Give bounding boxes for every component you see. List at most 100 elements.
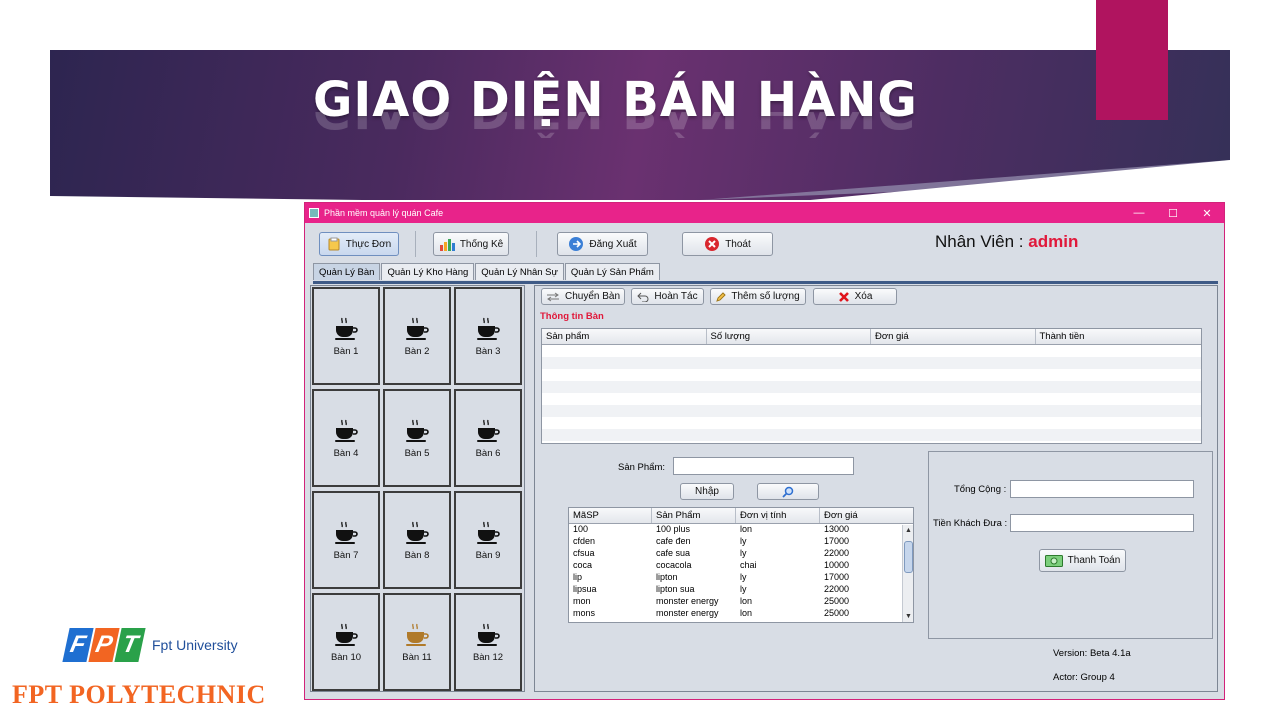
product-col-unit[interactable]: Đơn vị tính — [736, 508, 820, 523]
table-button[interactable]: Bàn 5 — [383, 389, 451, 487]
table-cell: lipton sua — [656, 584, 695, 594]
product-table-header: MãSP Sản Phẩm Đơn vị tính Đơn giá — [569, 508, 913, 524]
table-cell: coca — [573, 560, 593, 570]
table-cell: 25000 — [824, 596, 850, 606]
maximize-button[interactable]: ☐ — [1156, 207, 1190, 220]
coffee-cup-icon — [406, 521, 429, 544]
scroll-up-icon[interactable]: ▲ — [903, 525, 913, 537]
table-row[interactable]: lip lipton ly 17000 — [569, 572, 913, 584]
table-button[interactable]: Bàn 12 — [454, 593, 522, 691]
table-button[interactable]: Bàn 4 — [312, 389, 380, 487]
total-field[interactable] — [1010, 480, 1194, 498]
employee-label: Nhân Viên : — [935, 232, 1029, 251]
table-row — [542, 345, 1201, 357]
tab-bar: Quản Lý Bàn Quản Lý Kho Hàng Quản Lý Nhâ… — [313, 263, 661, 280]
table-cell: 17000 — [824, 536, 850, 546]
table-button[interactable]: Bàn 7 — [312, 491, 380, 589]
app-window: Phần mềm quản lý quán Cafe — ☐ ✕ Thực Đơ… — [304, 202, 1225, 700]
enter-button[interactable]: Nhập — [680, 483, 734, 500]
order-col-quantity[interactable]: Số lượng — [707, 329, 871, 344]
coffee-cup-icon — [477, 419, 500, 442]
product-col-code[interactable]: MãSP — [569, 508, 652, 523]
order-table[interactable]: Sản phẩm Số lượng Đơn giá Thành tiền — [541, 328, 1202, 444]
table-button[interactable]: Bàn 9 — [454, 491, 522, 589]
menu-button[interactable]: Thực Đơn — [319, 232, 399, 256]
table-row[interactable]: lipsua lipton sua ly 22000 — [569, 584, 913, 596]
product-table[interactable]: MãSP Sản Phẩm Đơn vị tính Đơn giá 100 100… — [568, 507, 914, 623]
table-button[interactable]: Bàn 6 — [454, 389, 522, 487]
version-label: Version: Beta 4.1a — [1053, 648, 1131, 659]
table-row[interactable]: cfden cafe đen ly 17000 — [569, 536, 913, 548]
table-button[interactable]: Bàn 3 — [454, 287, 522, 385]
customer-cash-field[interactable] — [1010, 514, 1194, 532]
table-row[interactable]: mon monster energy lon 25000 — [569, 596, 913, 608]
product-col-price[interactable]: Đơn giá — [820, 508, 904, 523]
table-row[interactable]: mons monster energy lon 25000 — [569, 608, 913, 620]
pencil-icon — [716, 291, 727, 302]
slide-title-reflection: GIAO DIỆN BÁN HÀNG — [313, 112, 918, 138]
table-cell: 25000 — [824, 608, 850, 618]
table-cell: lon — [740, 608, 753, 618]
order-col-product[interactable]: Sản phẩm — [542, 329, 707, 344]
scroll-thumb[interactable] — [904, 541, 913, 573]
table-button[interactable]: Bàn 1 — [312, 287, 380, 385]
table-cell: chai — [740, 560, 757, 570]
exit-button[interactable]: Thoát — [682, 232, 773, 256]
tab-warehouse-management[interactable]: Quản Lý Kho Hàng — [381, 263, 475, 280]
bar-chart-icon — [439, 239, 455, 251]
table-label: Bàn 4 — [333, 447, 359, 459]
table-cell: 13000 — [824, 524, 850, 534]
table-cell: lip — [573, 572, 583, 582]
toolbar-separator — [415, 231, 416, 257]
scroll-down-icon[interactable]: ▼ — [903, 611, 913, 622]
coffee-cup-icon — [335, 317, 358, 340]
coffee-cup-icon — [406, 623, 429, 646]
table-cell: 22000 — [824, 548, 850, 558]
table-row[interactable]: cfsua cafe sua ly 22000 — [569, 548, 913, 560]
add-quantity-button[interactable]: Thêm số lượng — [710, 288, 806, 305]
minimize-button[interactable]: — — [1122, 207, 1156, 220]
tab-table-management[interactable]: Quản Lý Bàn — [313, 263, 381, 280]
statistics-button[interactable]: Thống Kê — [433, 232, 509, 256]
logout-button[interactable]: Đăng Xuất — [557, 232, 648, 256]
table-cell: 22000 — [824, 584, 850, 594]
order-table-body — [542, 345, 1201, 441]
tab-product-management[interactable]: Quản Lý Sản Phẩm — [564, 263, 660, 280]
order-col-unit-price[interactable]: Đơn giá — [871, 329, 1036, 344]
employee-info: Nhân Viên : admin — [935, 232, 1078, 252]
table-cell: ly — [740, 584, 747, 594]
product-search-label: Sản Phẩm: — [618, 462, 665, 473]
fpt-polytechnic-label: FPT POLYTECHNIC — [12, 680, 266, 709]
table-row[interactable]: coca cocacola chai 10000 — [569, 560, 913, 572]
cash-icon — [1044, 554, 1063, 567]
search-button[interactable] — [757, 483, 819, 500]
table-label: Bàn 7 — [333, 549, 359, 561]
close-window-button[interactable]: ✕ — [1190, 207, 1224, 220]
table-button[interactable]: Bàn 11 — [383, 593, 451, 691]
tab-staff-management[interactable]: Quản Lý Nhân Sự — [475, 263, 564, 280]
undo-button[interactable]: Hoàn Tác — [631, 288, 704, 305]
order-col-total[interactable]: Thành tiền — [1036, 329, 1202, 344]
table-button[interactable]: Bàn 8 — [383, 491, 451, 589]
clipboard-icon — [328, 237, 340, 251]
pay-button[interactable]: Thanh Toán — [1039, 549, 1126, 572]
table-cell: monster energy — [656, 596, 719, 606]
enter-button-label: Nhập — [695, 486, 719, 497]
delete-x-icon — [838, 291, 849, 302]
move-table-label: Chuyển Bàn — [564, 291, 621, 302]
table-cell: lon — [740, 596, 753, 606]
move-table-button[interactable]: Chuyển Bàn — [541, 288, 625, 305]
delete-button[interactable]: Xóa — [813, 288, 897, 305]
coffee-cup-icon — [335, 419, 358, 442]
table-row[interactable]: 100 100 plus lon 13000 — [569, 524, 913, 536]
product-col-name[interactable]: Sản Phẩm — [652, 508, 736, 523]
add-quantity-label: Thêm số lượng — [731, 291, 800, 302]
table-cell: ly — [740, 536, 747, 546]
coffee-cup-icon — [406, 317, 429, 340]
product-table-scrollbar[interactable]: ▲ ▼ — [902, 525, 913, 622]
table-label: Bàn 3 — [475, 345, 501, 357]
product-search-input[interactable] — [673, 457, 854, 475]
coffee-cup-icon — [477, 521, 500, 544]
table-button[interactable]: Bàn 10 — [312, 593, 380, 691]
table-button[interactable]: Bàn 2 — [383, 287, 451, 385]
